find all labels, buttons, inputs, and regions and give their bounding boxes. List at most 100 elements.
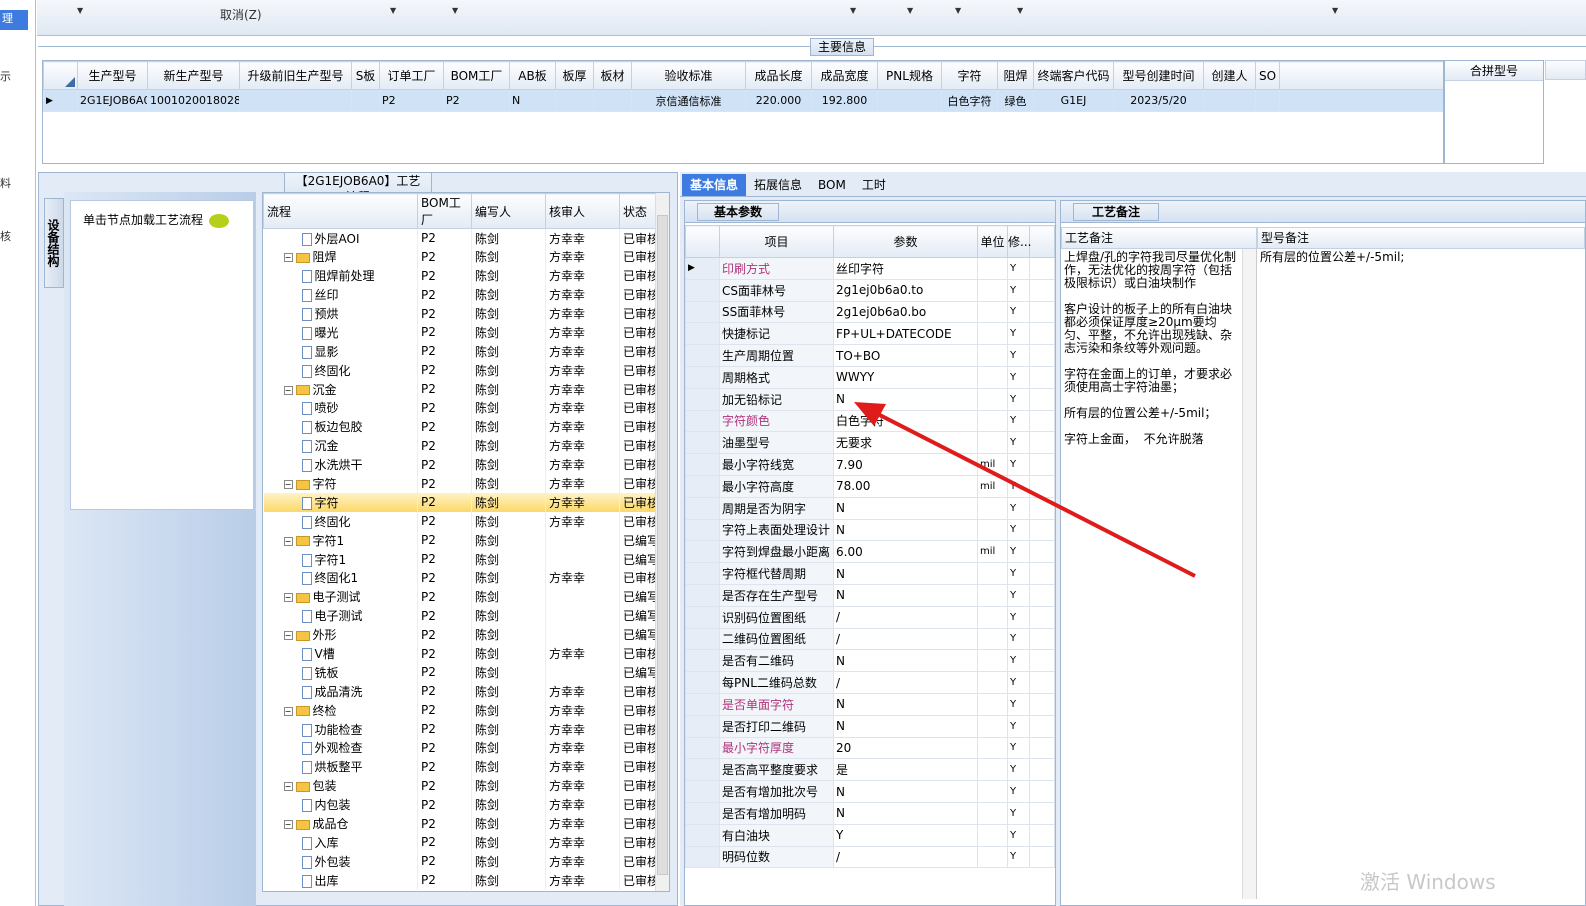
tree-row[interactable]: 外包装 P2 陈剑 方幸幸 已审核 [263, 851, 658, 871]
tree-row[interactable]: − 外形 P2 陈剑 已编写 [263, 625, 658, 645]
param-row[interactable]: 是否打印二维码 N Y [685, 714, 1055, 738]
tree-row[interactable]: 终固化1 P2 陈剑 方幸幸 已审核 [263, 568, 658, 588]
param-value[interactable]: N [833, 692, 978, 716]
col-writer[interactable]: 编写人 [471, 193, 546, 229]
param-value[interactable]: 20 [833, 736, 978, 760]
main-cell-17[interactable] [1203, 89, 1256, 112]
param-value[interactable]: / [833, 845, 978, 869]
param-value[interactable]: N [833, 714, 978, 738]
tree-row[interactable]: 功能检查 P2 陈剑 方幸幸 已审核 [263, 719, 658, 739]
tree-row[interactable]: − 电子测试 P2 陈剑 已编写 [263, 587, 658, 607]
main-col-13[interactable]: 字符 [941, 61, 998, 90]
model-remark-text[interactable]: 所有层的位置公差+/-5mil; [1257, 249, 1585, 899]
dropdown-arrow-icon[interactable]: ▼ [850, 6, 856, 15]
param-row[interactable]: 快捷标记 FP+UL+DATECODE Y [685, 322, 1055, 346]
tree-row[interactable]: 入库 P2 陈剑 方幸幸 已审核 [263, 833, 658, 852]
dropdown-arrow-icon[interactable]: ▼ [907, 6, 913, 15]
param-value[interactable]: TO+BO [833, 344, 978, 367]
tab-man-hours[interactable]: 工时 [854, 174, 894, 196]
param-row[interactable]: ▶ 印刷方式 丝印字符 Y [685, 257, 1055, 280]
tree-row[interactable]: V槽 P2 陈剑 方幸幸 已审核 [263, 644, 658, 663]
main-cell-16[interactable]: 2023/5/20 [1113, 89, 1204, 112]
collapse-icon[interactable]: − [283, 782, 293, 792]
main-col-3[interactable]: S板 [351, 61, 380, 90]
tab-extended-info[interactable]: 拓展信息 [746, 174, 810, 196]
param-value[interactable]: 2g1ej0b6a0.to [833, 278, 978, 302]
param-value[interactable]: / [833, 605, 978, 629]
col-param[interactable]: 参数 [833, 225, 978, 258]
param-row[interactable]: 是否有增加批次号 N Y [685, 780, 1055, 803]
tree-row[interactable]: 喷砂 P2 陈剑 方幸幸 已审核 [263, 398, 658, 418]
dropdown-arrow-icon[interactable]: ▼ [452, 6, 458, 15]
tree-row[interactable]: 丝印 P2 陈剑 方幸幸 已审核 [263, 285, 658, 305]
tree-row[interactable]: 出库 P2 陈剑 方幸幸 已审核 [263, 870, 658, 890]
dropdown-arrow-icon[interactable]: ▼ [1017, 6, 1023, 15]
main-cell-5[interactable]: P2 [443, 89, 510, 112]
main-cell-8[interactable] [593, 89, 632, 112]
main-cell-2[interactable] [239, 89, 352, 112]
param-value[interactable]: N [833, 583, 978, 607]
tree-row[interactable]: 电子测试 P2 陈剑 已编写 [263, 606, 658, 626]
main-cell-12[interactable] [877, 89, 942, 112]
collapse-icon[interactable]: − [283, 480, 293, 490]
tab-basic-info[interactable]: 基本信息 [682, 174, 747, 196]
param-value[interactable]: / [833, 627, 978, 651]
remark-scrollbar[interactable] [1243, 249, 1257, 899]
main-cell-13[interactable]: 白色字符 [941, 89, 998, 112]
param-row[interactable]: 明码位数 / Y [685, 845, 1055, 869]
nav-item-3[interactable]: 核 [0, 228, 11, 244]
param-row[interactable]: 最小字符厚度 20 Y [685, 736, 1055, 760]
param-row[interactable]: 是否有二维码 N Y [685, 649, 1055, 673]
param-row[interactable]: 二维码位置图纸 / Y [685, 627, 1055, 651]
tree-row[interactable]: 外层AOI P2 陈剑 方幸幸 已审核 [263, 228, 658, 248]
col-modifiable[interactable]: 修... [1007, 225, 1031, 258]
param-row[interactable]: 有白油块 Y Y [685, 823, 1055, 847]
cancel-button[interactable]: 取消(Z) [220, 6, 262, 23]
tree-row[interactable]: 显影 P2 陈剑 方幸幸 已审核 [263, 341, 658, 361]
tree-row[interactable]: 内包装 P2 陈剑 方幸幸 已审核 [263, 795, 658, 815]
tree-row[interactable]: − 阻焊 P2 陈剑 方幸幸 已审核 [263, 247, 658, 267]
device-structure-tab[interactable]: 设备结构 [44, 198, 64, 288]
param-row[interactable]: 生产周期位置 TO+BO Y [685, 344, 1055, 367]
dropdown-arrow-icon[interactable]: ▼ [1332, 6, 1338, 15]
main-cell-18[interactable] [1255, 89, 1280, 112]
collapse-icon[interactable]: − [283, 631, 293, 641]
main-col-11[interactable]: 成品宽度 [811, 61, 878, 90]
nav-item-0[interactable]: 理 [0, 10, 28, 30]
main-col-4[interactable]: 订单工厂 [379, 61, 444, 90]
tree-row[interactable]: 烘板整平 P2 陈剑 方幸幸 已审核 [263, 757, 658, 777]
param-value[interactable]: / [833, 671, 978, 694]
main-cell-4[interactable]: P2 [379, 89, 444, 112]
param-value[interactable]: N [833, 649, 978, 673]
col-process[interactable]: 流程 [263, 193, 418, 229]
main-col-17[interactable]: 创建人 [1203, 61, 1256, 90]
main-cell-11[interactable]: 192.800 [811, 89, 878, 112]
collapse-icon[interactable]: − [283, 593, 293, 603]
param-row[interactable]: 周期格式 WWYY Y [685, 365, 1055, 389]
collapse-icon[interactable]: − [283, 385, 293, 395]
param-value[interactable]: 2g1ej0b6a0.bo [833, 300, 978, 324]
main-col-14[interactable]: 阻焊 [997, 61, 1034, 90]
param-row[interactable]: 是否存在生产型号 N Y [685, 583, 1055, 607]
main-col-12[interactable]: PNL规格 [877, 61, 942, 90]
tree-row[interactable]: 成品清洗 P2 陈剑 方幸幸 已审核 [263, 681, 658, 701]
main-cell-6[interactable]: N [509, 89, 556, 112]
load-process-hint[interactable]: 单击节点加载工艺流程 [83, 213, 203, 227]
tree-row[interactable]: 终固化 P2 陈剑 方幸幸 已审核 [263, 360, 658, 380]
nav-item-2[interactable]: 料 [0, 175, 11, 191]
col-item[interactable]: 项目 [719, 225, 834, 258]
tree-row[interactable]: − 包装 P2 陈剑 方幸幸 已审核 [263, 776, 658, 796]
dropdown-arrow-icon[interactable]: ▼ [77, 6, 83, 15]
tree-row[interactable]: 板边包胶 P2 陈剑 方幸幸 已审核 [263, 417, 658, 437]
tree-row[interactable]: 曝光 P2 陈剑 方幸幸 已审核 [263, 322, 658, 342]
main-cell-9[interactable]: 京信通信标准 [631, 89, 746, 112]
dropdown-arrow-icon[interactable]: ▼ [390, 6, 396, 15]
tree-row[interactable]: 字符1 P2 陈剑 已编写 [263, 549, 658, 569]
tree-row[interactable]: 铣板 P2 陈剑 已编写 [263, 662, 658, 682]
tree-row[interactable]: − 字符1 P2 陈剑 已编写 [263, 530, 658, 550]
nav-item-1[interactable]: 示 [0, 68, 11, 84]
col-unit[interactable]: 单位 [977, 225, 1008, 258]
tree-row[interactable]: − 成品仓 P2 陈剑 方幸幸 已审核 [263, 814, 658, 833]
param-row[interactable]: 是否有增加明码 N Y [685, 801, 1055, 825]
tree-row[interactable]: 沉金 P2 陈剑 方幸幸 已审核 [263, 436, 658, 456]
